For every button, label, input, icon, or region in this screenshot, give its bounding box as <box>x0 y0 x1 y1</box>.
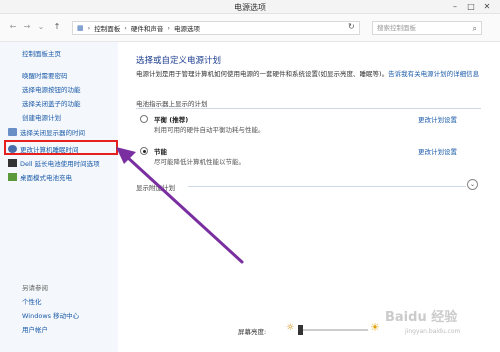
annotation-arrow <box>116 147 244 264</box>
watermark-url: jingyan.baidu.com <box>405 328 461 335</box>
watermark-logo: Baidu 经验 <box>385 310 458 325</box>
